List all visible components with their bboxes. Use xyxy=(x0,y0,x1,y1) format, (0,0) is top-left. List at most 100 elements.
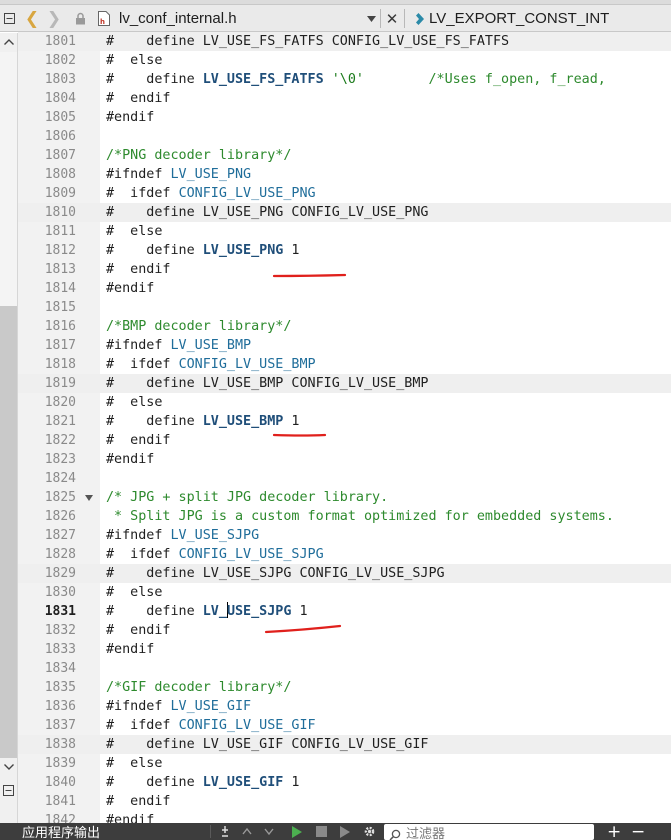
code-line[interactable]: 1810 # define LV_USE_PNG CONFIG_LV_USE_PN… xyxy=(18,203,671,222)
close-file-icon[interactable]: ✕ xyxy=(384,5,400,32)
fold-arrow-icon[interactable] xyxy=(84,493,94,503)
code-token: # define LV_USE_PNG CONFIG_LV_USE_PNG xyxy=(106,205,429,220)
code-line[interactable]: 1807 /*PNG decoder library*/ xyxy=(18,146,671,165)
run-debug-icon[interactable] xyxy=(338,823,352,840)
code-line[interactable]: 1838 # define LV_USE_GIF CONFIG_LV_USE_GI… xyxy=(18,735,671,754)
file-name-label[interactable]: lv_conf_internal.h xyxy=(119,5,237,32)
line-number: 1825 xyxy=(44,490,76,505)
output-filter-input[interactable]: 过滤器 xyxy=(384,824,594,840)
code-line[interactable]: 1816 /*BMP decoder library*/ xyxy=(18,317,671,336)
nav-back-icon[interactable]: ❮ xyxy=(24,5,40,32)
code-line[interactable]: 1815 xyxy=(18,298,671,317)
code-token: # else xyxy=(106,224,163,239)
code-token: #endif xyxy=(106,642,155,657)
code-token: CONFIG_LV_USE_SJPG xyxy=(178,547,324,562)
code-token: # else xyxy=(106,395,163,410)
document-toolbar: ❮ ❯ h lv_conf_internal.h ✕ LV_EXPORT_CON… xyxy=(0,5,671,32)
line-number: 1822 xyxy=(44,433,76,448)
code-line[interactable]: 1818 # ifdef CONFIG_LV_USE_BMP xyxy=(18,355,671,374)
next-output-icon[interactable] xyxy=(262,823,276,840)
code-line[interactable]: 1841 # endif xyxy=(18,792,671,811)
code-line[interactable]: 1837 # ifdef CONFIG_LV_USE_GIF xyxy=(18,716,671,735)
code-text: # endif xyxy=(106,260,171,279)
split-panel-icon[interactable] xyxy=(0,781,17,799)
nav-forward-icon[interactable]: ❯ xyxy=(46,5,62,32)
filter-placeholder: 过滤器 xyxy=(406,825,446,840)
zoom-out-icon[interactable]: − xyxy=(631,822,645,840)
code-token: /*BMP decoder library*/ xyxy=(106,319,292,334)
code-token: LV_USE_BMP xyxy=(202,414,284,429)
line-number: 1807 xyxy=(44,148,76,163)
output-panel-bar: 应用程序输出 过滤器 + − xyxy=(0,822,671,840)
code-text: # define LV_USE_SJPG 1 xyxy=(106,602,308,621)
code-line[interactable]: 1822 # endif xyxy=(18,431,671,450)
symbol-selector[interactable]: LV_EXPORT_CONST_INT xyxy=(429,5,609,32)
code-line[interactable]: 1827 #ifndef LV_USE_SJPG xyxy=(18,526,671,545)
code-line[interactable]: 1813 # endif xyxy=(18,260,671,279)
code-token: #endif xyxy=(106,452,155,467)
code-line[interactable]: 1826 * Split JPG is a custom format opti… xyxy=(18,507,671,526)
code-text: * Split JPG is a custom format optimized… xyxy=(106,507,614,526)
code-line[interactable]: 1842 #endif xyxy=(18,811,671,823)
code-token: # ifdef xyxy=(106,357,179,372)
code-text: # define LV_USE_FS_FATFS '\0' /*Uses f_o… xyxy=(106,70,606,89)
code-line[interactable]: 1809 # ifdef CONFIG_LV_USE_PNG xyxy=(18,184,671,203)
code-line[interactable]: 1820 # else xyxy=(18,393,671,412)
code-text: #endif xyxy=(106,640,154,659)
code-line[interactable]: 1834 xyxy=(18,659,671,678)
code-line[interactable]: 1829 # define LV_USE_SJPG CONFIG_LV_USE_S… xyxy=(18,564,671,583)
scrollbar-thumb[interactable] xyxy=(0,306,17,758)
code-line[interactable]: 1835 /*GIF decoder library*/ xyxy=(18,678,671,697)
code-line[interactable]: 1833 #endif xyxy=(18,640,671,659)
line-number: 1811 xyxy=(44,224,76,239)
code-token: CONFIG_LV_USE_GIF xyxy=(178,718,316,733)
split-toggle-icon[interactable] xyxy=(0,5,18,32)
code-line[interactable]: 1812 # define LV_USE_PNG 1 xyxy=(18,241,671,260)
code-text: # define LV_USE_PNG CONFIG_LV_USE_PNG xyxy=(106,203,428,222)
code-line[interactable]: 1821 # define LV_USE_BMP 1 xyxy=(18,412,671,431)
code-text: # define LV_USE_GIF 1 xyxy=(106,773,300,792)
line-number: 1832 xyxy=(44,623,76,638)
zoom-in-icon[interactable]: + xyxy=(607,822,621,840)
code-line[interactable]: 1819 # define LV_USE_BMP CONFIG_LV_USE_BM… xyxy=(18,374,671,393)
code-line[interactable]: 1803 # define LV_USE_FS_FATFS '\0' /*Uses… xyxy=(18,70,671,89)
code-line[interactable]: 1805 #endif xyxy=(18,108,671,127)
code-line[interactable]: 1806 xyxy=(18,127,671,146)
code-line[interactable]: 1817 #ifndef LV_USE_BMP xyxy=(18,336,671,355)
code-line[interactable]: 1840 # define LV_USE_GIF 1 xyxy=(18,773,671,792)
code-line[interactable]: 1824 xyxy=(18,469,671,488)
run-icon[interactable] xyxy=(290,823,304,840)
attach-icon[interactable] xyxy=(218,823,232,840)
code-line[interactable]: 1825 /* JPG + split JPG decoder library. xyxy=(18,488,671,507)
code-line[interactable]: 1830 # else xyxy=(18,583,671,602)
code-line[interactable]: 1831 # define LV_USE_SJPG 1 xyxy=(18,602,671,621)
settings-gear-icon[interactable] xyxy=(362,823,376,840)
code-token: 1 xyxy=(291,604,308,619)
line-number: 1834 xyxy=(44,661,76,676)
code-line[interactable]: 1828 # ifdef CONFIG_LV_USE_SJPG xyxy=(18,545,671,564)
line-number: 1817 xyxy=(44,338,76,353)
code-editor[interactable]: 1801 # define LV_USE_FS_FATFS CONFIG_LV_U… xyxy=(18,32,671,823)
code-text: #ifndef LV_USE_BMP xyxy=(106,336,251,355)
stop-icon[interactable] xyxy=(314,823,328,840)
code-line[interactable]: 1832 # endif xyxy=(18,621,671,640)
code-line[interactable]: 1802 # else xyxy=(18,51,671,70)
code-line[interactable]: 1801 # define LV_USE_FS_FATFS CONFIG_LV_U… xyxy=(18,32,671,51)
prev-output-icon[interactable] xyxy=(240,823,254,840)
code-line[interactable]: 1811 # else xyxy=(18,222,671,241)
code-token: LV_USE_SJPG xyxy=(170,528,260,543)
code-line[interactable]: 1814 #endif xyxy=(18,279,671,298)
scroll-down-icon[interactable] xyxy=(0,758,17,776)
code-line[interactable]: 1804 # endif xyxy=(18,89,671,108)
code-line[interactable]: 1836 #ifndef LV_USE_GIF xyxy=(18,697,671,716)
scroll-up-icon[interactable] xyxy=(0,33,17,51)
output-panel-title[interactable]: 应用程序输出 xyxy=(22,823,100,840)
file-dropdown-icon[interactable] xyxy=(365,5,377,32)
code-text: # else xyxy=(106,51,162,70)
code-line[interactable]: 1839 # else xyxy=(18,754,671,773)
code-line[interactable]: 1823 #endif xyxy=(18,450,671,469)
line-number: 1841 xyxy=(44,794,76,809)
lock-icon[interactable] xyxy=(72,5,88,32)
code-line[interactable]: 1808 #ifndef LV_USE_PNG xyxy=(18,165,671,184)
code-text: # endif xyxy=(106,792,171,811)
